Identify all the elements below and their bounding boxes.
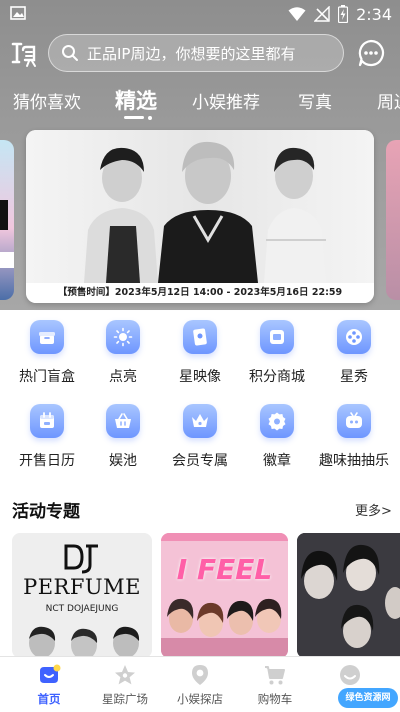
category-label: 趣味抽抽乐 xyxy=(319,453,389,469)
nav-label: 购物车 xyxy=(257,692,293,706)
banner-caption: 【预售时间】2023年5月12日 14:00 - 2023年5月16日 22:5… xyxy=(26,283,374,303)
card-photo xyxy=(297,533,400,658)
topic-card[interactable]: I FEEL xyxy=(161,533,288,658)
category-star-show[interactable]: 星秀 xyxy=(316,320,392,386)
banner-next-slide[interactable] xyxy=(386,140,400,300)
category-label: 娱池 xyxy=(109,453,137,469)
category-tabs: 猜你喜欢 精选 小娱推荐 写真 周边 xyxy=(0,84,400,124)
tab-merch[interactable]: 周边 xyxy=(377,88,400,113)
card-title: I FEEL xyxy=(176,553,273,586)
category-entertainment-pool[interactable]: 娱池 xyxy=(85,404,161,470)
category-hot-blind-box[interactable]: 热门盲盒 xyxy=(9,320,85,386)
tab-photobook[interactable]: 写真 xyxy=(298,88,332,113)
film-reel-icon xyxy=(346,329,362,345)
nav-label: 星踪广场 xyxy=(102,692,148,706)
nav-explore-store[interactable]: 小娱探店 xyxy=(160,663,240,707)
card-title: PERFUME xyxy=(23,575,141,599)
lottery-icon xyxy=(346,412,362,428)
topic-card[interactable] xyxy=(297,533,400,658)
category-member-exclusive[interactable]: 会员专属 xyxy=(162,404,238,470)
watermark-badge: 绿色资源网 xyxy=(338,688,398,708)
card-logo xyxy=(64,544,98,574)
badge-gear-icon xyxy=(268,412,286,431)
active-tab-indicator xyxy=(124,116,144,119)
app-logo-icon[interactable] xyxy=(10,38,40,68)
star-icon xyxy=(115,665,135,685)
topic-card[interactable]: PERFUME NCT DOJAEJUNG xyxy=(12,533,152,658)
category-label: 徽章 xyxy=(263,453,291,469)
tab-guess-you-like[interactable]: 猜你喜欢 xyxy=(13,88,81,113)
banner-previous-slide[interactable] xyxy=(0,140,14,300)
points-card-icon xyxy=(270,330,284,344)
nav-home[interactable]: 首页 xyxy=(9,663,89,707)
category-light-up[interactable]: 点亮 xyxy=(85,320,161,386)
battery-charging-icon xyxy=(338,5,349,23)
category-label: 热门盲盒 xyxy=(19,369,75,385)
category-label: 星秀 xyxy=(340,369,368,385)
category-label: 积分商城 xyxy=(249,369,305,385)
nav-star-square[interactable]: 星踪广场 xyxy=(85,663,165,707)
no-signal-icon xyxy=(314,6,330,22)
banner-photo xyxy=(26,130,374,283)
category-star-image[interactable]: 星映像 xyxy=(162,320,238,386)
card-subtitle: NCT DOJAEJUNG xyxy=(45,604,119,614)
box-icon xyxy=(39,332,55,344)
status-time: 2:34 xyxy=(356,4,392,24)
sun-icon xyxy=(113,327,133,347)
wifi-icon xyxy=(288,7,306,21)
nav-profile[interactable] xyxy=(310,663,390,691)
photo-card-icon xyxy=(193,328,207,346)
profile-icon xyxy=(340,665,360,685)
tab-indicator-dot xyxy=(148,116,152,120)
cart-icon xyxy=(265,666,285,685)
status-bar: 2:34 xyxy=(0,0,400,28)
card-photo xyxy=(161,533,288,658)
calendar-icon xyxy=(40,412,54,428)
category-points-mall[interactable]: 积分商城 xyxy=(239,320,315,386)
gallery-icon xyxy=(10,6,26,20)
category-sale-calendar[interactable]: 开售日历 xyxy=(9,404,85,470)
home-icon xyxy=(40,664,61,683)
category-label: 点亮 xyxy=(109,369,137,385)
search-icon xyxy=(62,45,78,61)
category-label: 开售日历 xyxy=(19,453,75,469)
section-title: 活动专题 xyxy=(12,502,80,522)
more-link[interactable]: 更多> xyxy=(355,500,392,519)
promo-banner[interactable]: 【预售时间】2023年5月12日 14:00 - 2023年5月16日 22:5… xyxy=(26,130,374,303)
location-pin-icon xyxy=(192,665,208,685)
crown-icon xyxy=(192,414,208,427)
basket-icon xyxy=(115,413,131,428)
category-label: 会员专属 xyxy=(172,453,228,469)
category-fun-lottery[interactable]: 趣味抽抽乐 xyxy=(316,404,392,470)
nav-label: 小娱探店 xyxy=(177,692,223,706)
tab-featured[interactable]: 精选 xyxy=(115,85,157,115)
search-placeholder: 正品IP周边，你想要的这里都有 xyxy=(87,44,296,63)
category-label: 星映像 xyxy=(179,369,221,385)
message-button[interactable] xyxy=(357,39,385,67)
card-photo xyxy=(29,626,140,658)
nav-label: 首页 xyxy=(37,692,61,706)
category-badges[interactable]: 徽章 xyxy=(239,404,315,470)
nav-cart[interactable]: 购物车 xyxy=(235,663,315,707)
tab-recommend[interactable]: 小娱推荐 xyxy=(192,88,260,113)
search-bar[interactable]: 正品IP周边，你想要的这里都有 xyxy=(48,34,344,72)
